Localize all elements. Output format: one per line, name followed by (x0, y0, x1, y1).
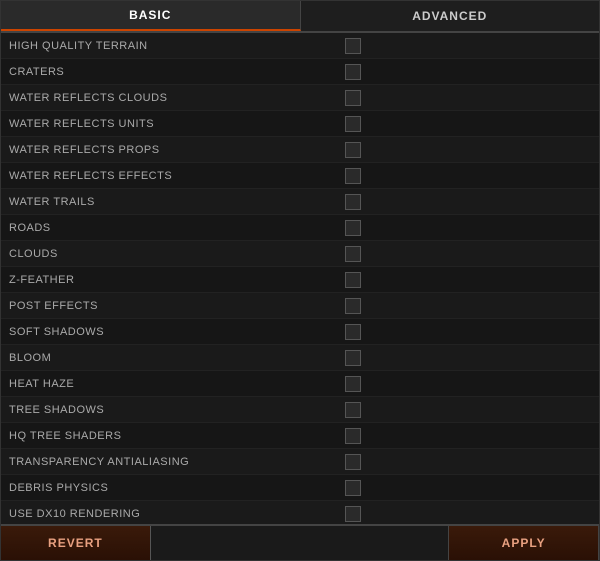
setting-row: SOFT SHADOWS (1, 319, 599, 345)
setting-row: CLOUDS (1, 241, 599, 267)
setting-label: HQ TREE SHADERS (9, 430, 345, 442)
setting-row: WATER TRAILS (1, 189, 599, 215)
setting-label: WATER REFLECTS UNITS (9, 118, 345, 130)
settings-window: BASIC ADVANCED HIGH QUALITY TERRAIN CRATE… (0, 0, 600, 561)
setting-checkbox[interactable] (345, 324, 361, 340)
tab-basic[interactable]: BASIC (1, 1, 301, 31)
setting-checkbox[interactable] (345, 402, 361, 418)
setting-label: USE DX10 RENDERING (9, 508, 345, 520)
setting-row: WATER REFLECTS CLOUDS (1, 85, 599, 111)
settings-list[interactable]: HIGH QUALITY TERRAIN CRATERS WATER REFLECT… (1, 33, 599, 524)
setting-checkbox[interactable] (345, 116, 361, 132)
setting-label: HEAT HAZE (9, 378, 345, 390)
footer: REVERT APPLY (1, 524, 599, 560)
setting-row: WATER REFLECTS UNITS (1, 111, 599, 137)
setting-label: WATER REFLECTS CLOUDS (9, 92, 345, 104)
content-area: HIGH QUALITY TERRAIN CRATERS WATER REFLECT… (1, 33, 599, 524)
setting-row: CRATERS (1, 59, 599, 85)
setting-label: Z-FEATHER (9, 274, 345, 286)
setting-checkbox[interactable] (345, 142, 361, 158)
setting-row: TRANSPARENCY ANTIALIASING (1, 449, 599, 475)
setting-checkbox[interactable] (345, 376, 361, 392)
setting-checkbox[interactable] (345, 428, 361, 444)
setting-checkbox[interactable] (345, 506, 361, 522)
setting-row: WATER REFLECTS PROPS (1, 137, 599, 163)
setting-checkbox[interactable] (345, 272, 361, 288)
setting-row: POST EFFECTS (1, 293, 599, 319)
setting-label: POST EFFECTS (9, 300, 345, 312)
setting-label: TRANSPARENCY ANTIALIASING (9, 456, 345, 468)
setting-label: WATER TRAILS (9, 196, 345, 208)
setting-label: SOFT SHADOWS (9, 326, 345, 338)
footer-spacer (151, 526, 450, 560)
setting-checkbox[interactable] (345, 350, 361, 366)
tab-bar: BASIC ADVANCED (1, 1, 599, 33)
setting-label: CRATERS (9, 66, 345, 78)
setting-label: HIGH QUALITY TERRAIN (9, 40, 345, 52)
setting-row: ROADS (1, 215, 599, 241)
setting-row: USE DX10 RENDERING (1, 501, 599, 524)
setting-checkbox[interactable] (345, 194, 361, 210)
tab-advanced[interactable]: ADVANCED (301, 1, 600, 31)
setting-label: TREE SHADOWS (9, 404, 345, 416)
setting-label: CLOUDS (9, 248, 345, 260)
setting-row: WATER REFLECTS EFFECTS (1, 163, 599, 189)
setting-row: DEBRIS PHYSICS (1, 475, 599, 501)
setting-row: HQ TREE SHADERS (1, 423, 599, 449)
setting-label: DEBRIS PHYSICS (9, 482, 345, 494)
setting-checkbox[interactable] (345, 480, 361, 496)
setting-row: TREE SHADOWS (1, 397, 599, 423)
setting-label: WATER REFLECTS PROPS (9, 144, 345, 156)
setting-row: HEAT HAZE (1, 371, 599, 397)
setting-checkbox[interactable] (345, 90, 361, 106)
revert-button[interactable]: REVERT (1, 526, 151, 560)
setting-checkbox[interactable] (345, 298, 361, 314)
setting-checkbox[interactable] (345, 64, 361, 80)
setting-checkbox[interactable] (345, 454, 361, 470)
setting-label: WATER REFLECTS EFFECTS (9, 170, 345, 182)
setting-checkbox[interactable] (345, 220, 361, 236)
setting-row: HIGH QUALITY TERRAIN (1, 33, 599, 59)
setting-label: ROADS (9, 222, 345, 234)
setting-checkbox[interactable] (345, 246, 361, 262)
setting-label: BLOOM (9, 352, 345, 364)
setting-row: BLOOM (1, 345, 599, 371)
setting-row: Z-FEATHER (1, 267, 599, 293)
setting-checkbox[interactable] (345, 38, 361, 54)
apply-button[interactable]: APPLY (449, 526, 599, 560)
setting-checkbox[interactable] (345, 168, 361, 184)
